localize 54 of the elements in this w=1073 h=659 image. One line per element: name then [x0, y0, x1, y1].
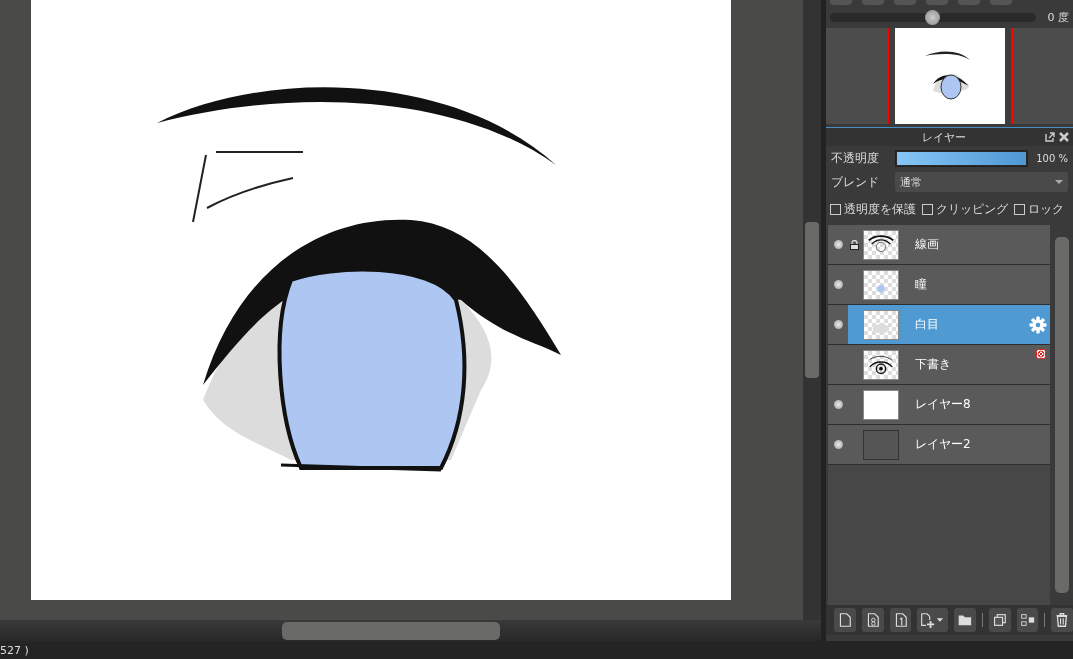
layer-name: レイヤー2: [915, 436, 972, 453]
opacity-value: 100 %: [1035, 152, 1068, 164]
layer-name: 瞳: [915, 276, 928, 293]
layer-thumbnail: [863, 349, 899, 380]
vertical-scrollbar[interactable]: [803, 0, 821, 620]
blend-dropdown[interactable]: 通常: [895, 172, 1068, 192]
visibility-dot-icon[interactable]: [834, 280, 843, 289]
layer-thumbnail: [863, 389, 899, 420]
caret-icon: [1055, 180, 1063, 184]
layer-row[interactable]: 線画: [828, 225, 1050, 265]
layer-thumbnail: [863, 429, 899, 460]
popout-icon[interactable]: [1045, 132, 1055, 142]
visibility-dot-icon[interactable]: [834, 400, 843, 409]
drawing-canvas[interactable]: [31, 0, 731, 600]
blend-label: ブレンド: [831, 173, 880, 191]
checkbox[interactable]: [830, 203, 841, 215]
slider-thumb[interactable]: [924, 9, 940, 25]
layer-name: 線画: [915, 236, 940, 253]
layer-name: 下書き: [915, 356, 952, 373]
duplicate-layer-icon[interactable]: [988, 608, 1011, 632]
layer-row[interactable]: 瞳: [828, 265, 1050, 305]
navigator-panel[interactable]: [826, 28, 1073, 124]
eye-thumbnail-drawing: [924, 51, 970, 100]
visibility-dot-icon[interactable]: [834, 240, 843, 249]
visibility-dot-icon[interactable]: [834, 320, 843, 329]
checkbox-label: 透明度を保護: [844, 200, 916, 218]
one-bit-layer-icon[interactable]: [889, 608, 912, 632]
folder-icon[interactable]: [954, 608, 976, 632]
visibility-dot-icon[interactable]: [834, 440, 843, 449]
eight-bit-layer-icon[interactable]: [861, 608, 884, 632]
checkbox-label: ロック: [1028, 200, 1064, 218]
panel-title: レイヤー: [920, 129, 967, 145]
layer-name: 白目: [915, 316, 940, 333]
layer-thumbnail: [863, 309, 899, 340]
layer-row[interactable]: レイヤー8: [828, 385, 1050, 425]
settings-icon[interactable]: [1029, 315, 1047, 334]
rotation-value: 0 度: [1047, 9, 1069, 25]
status-text: 527 ): [0, 643, 29, 657]
new-layer-icon[interactable]: [834, 608, 856, 632]
layer-name: レイヤー8: [915, 396, 972, 413]
checkbox[interactable]: [1014, 203, 1025, 215]
trash-icon[interactable]: [1051, 608, 1073, 632]
add-layer-dropdown-icon[interactable]: [917, 608, 949, 632]
layer-row[interactable]: 下書き: [828, 345, 1050, 385]
checkbox-label: クリッピング: [936, 200, 1008, 218]
opacity-label: 不透明度: [831, 149, 880, 167]
layer-row[interactable]: レイヤー2: [828, 425, 1050, 465]
layer-thumbnail: [863, 229, 899, 260]
merge-layer-icon[interactable]: [1016, 608, 1039, 632]
rotation-slider[interactable]: [830, 12, 1036, 22]
layer-thumbnail: [863, 269, 899, 300]
close-icon[interactable]: [1059, 132, 1069, 142]
horizontal-scrollbar[interactable]: [0, 620, 821, 641]
checkbox[interactable]: [922, 203, 933, 215]
